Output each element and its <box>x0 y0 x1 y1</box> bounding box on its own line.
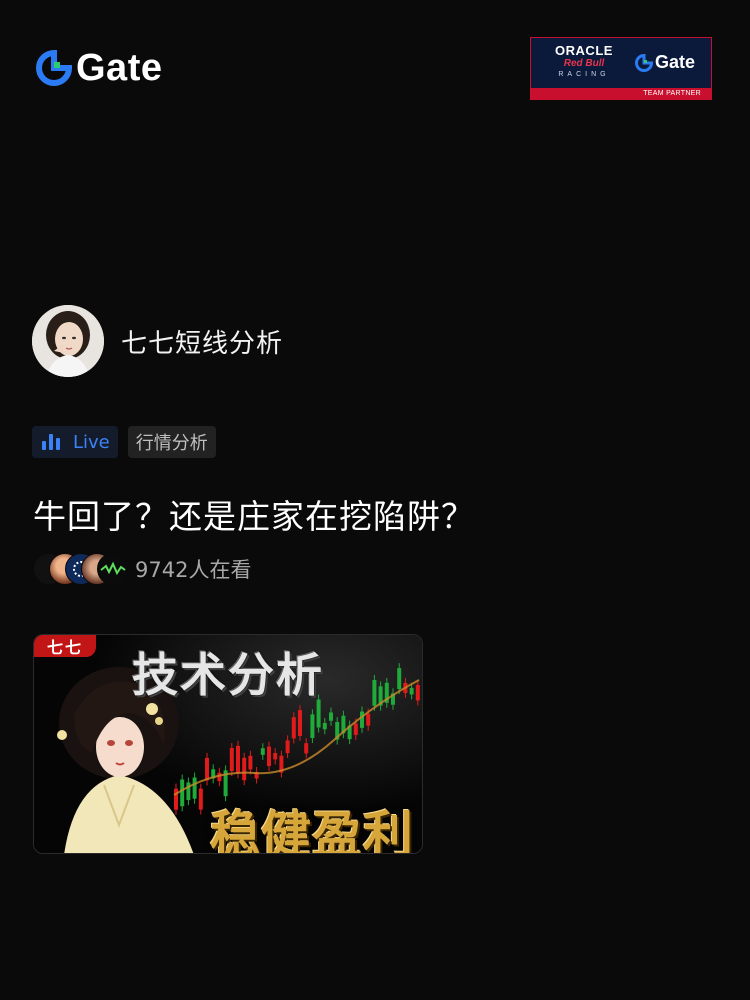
app-header: Gate ORACLE Red Bull RACING Gate TEAM PA… <box>0 0 750 140</box>
streamer-avatar-image <box>32 305 104 377</box>
live-badge: Live <box>32 426 118 458</box>
gate-logo-icon <box>635 53 653 72</box>
viewer-avatars <box>33 553 129 585</box>
thumbnail-badge: 七七 <box>34 635 96 657</box>
thumbnail-tagline: 稳健盈利 <box>210 806 414 854</box>
viewer-info: 9742人在看 <box>33 553 251 585</box>
partner-redbull-text: Red Bull <box>563 58 605 69</box>
team-partner-badge: ORACLE Red Bull RACING Gate TEAM PARTNER <box>530 37 712 100</box>
partner-oracle-text: ORACLE <box>555 43 613 58</box>
category-label: 行情分析 <box>135 433 208 454</box>
stream-title[interactable]: 牛回了？还是庄家在挖陷阱？ <box>33 490 475 538</box>
viewer-number: 9742 <box>135 558 189 582</box>
brand-name: Gate <box>76 47 163 89</box>
gate-logo[interactable]: Gate <box>36 47 163 89</box>
viewer-suffix: 人在看 <box>188 558 252 582</box>
category-tag[interactable]: 行情分析 <box>127 426 216 458</box>
partner-gate-text: Gate <box>655 52 696 72</box>
streamer-info[interactable]: 七七短线分析 <box>32 305 283 377</box>
gate-logo-icon <box>36 50 72 86</box>
partner-racing-text: RACING <box>558 71 610 78</box>
avatar[interactable] <box>32 305 104 377</box>
viewer-avatar <box>97 553 129 585</box>
live-label: Live <box>73 431 110 453</box>
stream-thumbnail[interactable]: 七七 技术分析 稳健盈利 <box>33 634 423 854</box>
partner-strip: TEAM PARTNER <box>531 88 711 99</box>
thumbnail-headline: 技术分析 <box>132 648 324 702</box>
partner-strip-text: TEAM PARTNER <box>643 90 701 97</box>
viewer-count: 9742人在看 <box>135 554 251 584</box>
streamer-name[interactable]: 七七短线分析 <box>121 323 283 360</box>
live-bars-icon <box>42 434 63 450</box>
stream-tags: Live 行情分析 <box>32 426 216 458</box>
